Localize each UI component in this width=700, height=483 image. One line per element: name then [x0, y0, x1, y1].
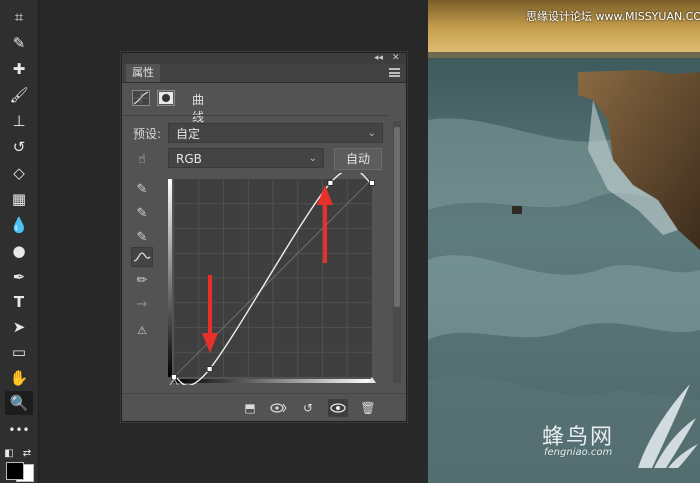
panel-title-bar[interactable]: ◂◂ ✕	[122, 53, 406, 64]
zoom-tool-icon[interactable]: 🔍	[5, 391, 33, 415]
eyedropper-tool-icon[interactable]: ✎	[5, 31, 33, 55]
brush-tool-icon[interactable]: 🖌	[5, 83, 33, 107]
healing-brush-tool-icon[interactable]: ✚	[5, 57, 33, 81]
crop-tool-icon[interactable]: ⌗	[5, 5, 33, 29]
trash-icon[interactable]: 🗑	[358, 399, 378, 417]
gray-point-eyedropper-icon[interactable]: ✎	[131, 203, 153, 223]
output-gradient-bar	[168, 179, 172, 377]
preset-value: 自定	[176, 127, 201, 141]
tools-panel: ⌗ ✎ ✚ 🖌 ⊥ ↺ ◇ ▦ 💧 ● ✒ T ➤ ▭ ✋ 🔍 ••• ◧ ⇄	[0, 0, 39, 483]
eraser-tool-icon[interactable]: ◇	[5, 161, 33, 185]
scroll-thumb[interactable]	[394, 127, 400, 307]
dodge-tool-icon[interactable]: ●	[5, 239, 33, 263]
view-previous-state-icon[interactable]	[268, 399, 288, 417]
close-icon[interactable]: ✕	[392, 53, 400, 63]
rectangle-tool-icon[interactable]: ▭	[5, 340, 33, 364]
chevron-down-icon: ⌄	[308, 153, 317, 164]
brand-name-en: fengniao.com	[544, 447, 613, 458]
panel-menu-icon[interactable]	[389, 68, 400, 77]
panel-tab-bar: 属性	[122, 64, 406, 83]
hand-tool-icon[interactable]: ✋	[5, 366, 33, 390]
channel-dropdown[interactable]: RGB ⌄	[168, 148, 324, 168]
pen-tool-icon[interactable]: ✒	[5, 265, 33, 289]
more-tools-icon[interactable]: •••	[5, 418, 33, 442]
type-tool-icon[interactable]: T	[5, 290, 33, 314]
history-brush-tool-icon[interactable]: ↺	[5, 135, 33, 159]
watermark-top-text: 思缘设计论坛 www.MISSYUAN.COM	[526, 10, 700, 23]
preset-label: 预设:	[133, 127, 162, 141]
curves-adjustment-icon	[132, 90, 150, 106]
divider	[122, 115, 388, 116]
panel-bottom-bar: ⬒ ↺ 🗑	[122, 393, 406, 422]
adjustment-title: 曲线	[192, 93, 205, 124]
clipping-warning-icon[interactable]: ⚠	[131, 320, 153, 340]
foreground-color-swatch[interactable]	[6, 462, 24, 480]
edit-points-curve-icon[interactable]	[131, 247, 153, 267]
channel-value: RGB	[176, 152, 202, 166]
white-point-eyedropper-icon[interactable]: ✎	[131, 227, 153, 247]
blur-tool-icon[interactable]: 💧	[5, 213, 33, 237]
properties-panel: ◂◂ ✕ 属性 曲线 预设: 自定 ⌄ ☝ RGB ⌄ 自动 ✎ ✎ ✎ ✏ ⇝…	[121, 52, 407, 422]
panel-scrollbar[interactable]	[393, 121, 401, 383]
gradient-tool-icon[interactable]: ▦	[5, 187, 33, 211]
curves-graph[interactable]	[168, 173, 380, 385]
target-adjustment-tool-icon[interactable]: ☝	[131, 149, 153, 169]
collapse-icon[interactable]: ◂◂	[374, 53, 383, 63]
clone-stamp-tool-icon[interactable]: ⊥	[5, 109, 33, 133]
canvas-photo: 思缘设计论坛 www.MISSYUAN.COM 蜂鸟网 fengniao.com	[428, 0, 700, 483]
path-selection-tool-icon[interactable]: ➤	[5, 315, 33, 339]
curve-control-point[interactable]	[327, 180, 334, 186]
clip-to-layer-icon[interactable]: ⬒	[240, 399, 260, 417]
curve-control-point[interactable]	[369, 180, 375, 186]
reset-icon[interactable]: ↺	[298, 399, 318, 417]
chevron-down-icon: ⌄	[367, 128, 376, 139]
smooth-curve-icon[interactable]: ⇝	[131, 294, 153, 314]
black-point-eyedropper-icon[interactable]: ✎	[131, 179, 153, 199]
input-gradient-bar	[174, 379, 372, 383]
auto-button[interactable]: 自动	[334, 148, 382, 170]
tab-properties[interactable]: 属性	[126, 64, 160, 82]
draw-curve-pencil-icon[interactable]: ✏	[131, 270, 153, 290]
curve-control-point[interactable]	[206, 366, 213, 372]
fengniao-logo-icon	[638, 384, 698, 468]
layer-mask-icon[interactable]	[157, 90, 175, 106]
preset-dropdown[interactable]: 自定 ⌄	[168, 123, 383, 143]
visibility-eye-icon[interactable]	[328, 399, 348, 417]
